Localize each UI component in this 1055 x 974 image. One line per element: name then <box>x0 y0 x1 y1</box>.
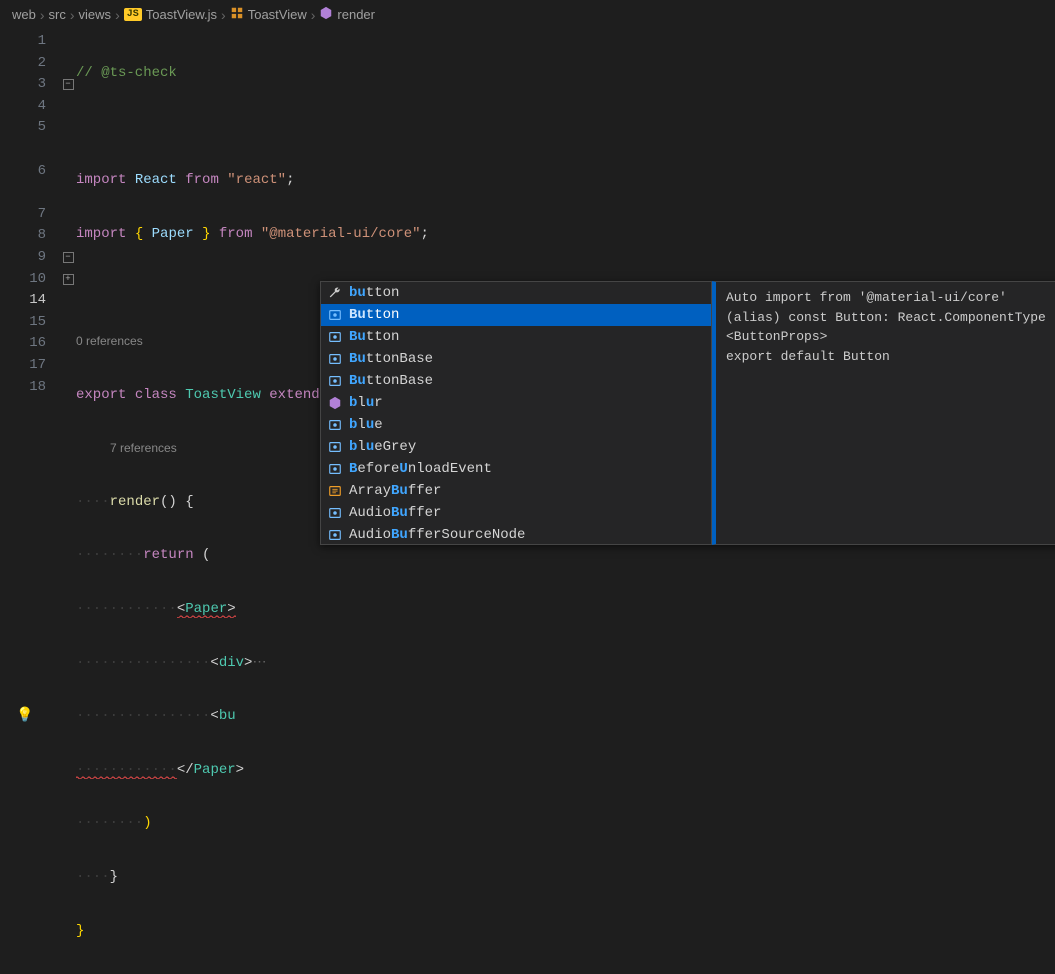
suggest-item[interactable]: AudioBufferSourceNode <box>321 524 711 545</box>
breadcrumb-part[interactable]: views <box>79 7 112 22</box>
doc-line: export default Button <box>726 347 1055 367</box>
suggest-list[interactable]: button Button Button ButtonBase ButtonBase bl… <box>320 281 712 545</box>
breadcrumb-symbol[interactable]: render <box>319 6 375 23</box>
suggest-item[interactable]: button <box>321 282 711 304</box>
suggest-item[interactable]: ButtonBase <box>321 370 711 392</box>
suggest-item-label: blur <box>349 395 705 411</box>
fold-collapse-icon[interactable]: − <box>63 79 74 90</box>
var-icon <box>327 439 343 455</box>
chevron-right-icon: › <box>221 7 226 23</box>
chevron-right-icon: › <box>115 7 120 23</box>
suggest-item-label: AudioBuffer <box>349 505 705 521</box>
suggest-item[interactable]: ArrayBuffer <box>321 480 711 502</box>
line-number-gutter: 1 2 3 4 5 6 7 8 9 10 14 15 16 17 18 <box>0 28 60 602</box>
chevron-right-icon: › <box>40 7 45 23</box>
suggest-item[interactable]: blueGrey <box>321 436 711 458</box>
var-icon <box>327 505 343 521</box>
var-icon <box>327 373 343 389</box>
breadcrumb: web › src › views › JS ToastView.js › To… <box>0 0 1055 28</box>
suggest-item[interactable]: BeforeUnloadEvent <box>321 458 711 480</box>
class-icon <box>230 6 244 23</box>
fold-collapse-icon[interactable]: − <box>63 252 74 263</box>
suggest-item-label: AudioBufferSourceNode <box>349 527 705 543</box>
folded-ellipsis-icon[interactable]: ⋯ <box>252 655 266 671</box>
code-text: // @ts-check <box>76 65 177 81</box>
chevron-right-icon: › <box>70 7 75 23</box>
var-icon <box>327 307 343 323</box>
cube-icon <box>327 395 343 411</box>
suggest-item-label: Button <box>349 329 705 345</box>
var-icon <box>327 527 343 543</box>
suggest-widget: button Button Button ButtonBase ButtonBase bl… <box>320 281 1055 545</box>
suggest-item-label: blueGrey <box>349 439 705 455</box>
var-icon <box>327 417 343 433</box>
wrench-icon <box>327 285 343 301</box>
suggest-item-label: blue <box>349 417 705 433</box>
doc-line: Auto import from '@material-ui/core' <box>726 288 1055 308</box>
suggest-item-label: ButtonBase <box>349 351 705 367</box>
suggest-item[interactable]: Button <box>321 326 711 348</box>
suggest-item-label: ArrayBuffer <box>349 483 705 499</box>
var-icon <box>327 329 343 345</box>
chevron-right-icon: › <box>311 7 316 23</box>
breadcrumb-symbol[interactable]: ToastView <box>230 6 307 23</box>
suggest-item-label: button <box>349 285 705 301</box>
js-file-icon: JS <box>124 8 142 21</box>
suggest-item-label: BeforeUnloadEvent <box>349 461 705 477</box>
suggest-item-label: Button <box>349 307 705 323</box>
suggest-item[interactable]: blur <box>321 392 711 414</box>
suggest-item[interactable]: AudioBuffer <box>321 502 711 524</box>
lightbulb-icon[interactable]: 💡 <box>16 706 32 728</box>
doc-line: <ButtonProps> <box>726 327 1055 347</box>
suggest-documentation: × Auto import from '@material-ui/core' (… <box>712 281 1055 545</box>
enum-icon <box>327 483 343 499</box>
fold-expand-icon[interactable]: + <box>63 274 74 285</box>
breadcrumb-part[interactable]: web <box>12 7 36 22</box>
var-icon <box>327 461 343 477</box>
breadcrumb-part[interactable]: src <box>49 7 66 22</box>
fold-gutter: − − + <box>60 28 76 602</box>
suggest-item[interactable]: ButtonBase <box>321 348 711 370</box>
suggest-item[interactable]: blue <box>321 414 711 436</box>
breadcrumb-file[interactable]: JS ToastView.js <box>124 7 217 22</box>
suggest-item[interactable]: Button <box>321 304 711 326</box>
var-icon <box>327 351 343 367</box>
method-icon <box>319 6 333 23</box>
suggest-item-label: ButtonBase <box>349 373 705 389</box>
doc-line: (alias) const Button: React.ComponentTyp… <box>726 308 1055 328</box>
